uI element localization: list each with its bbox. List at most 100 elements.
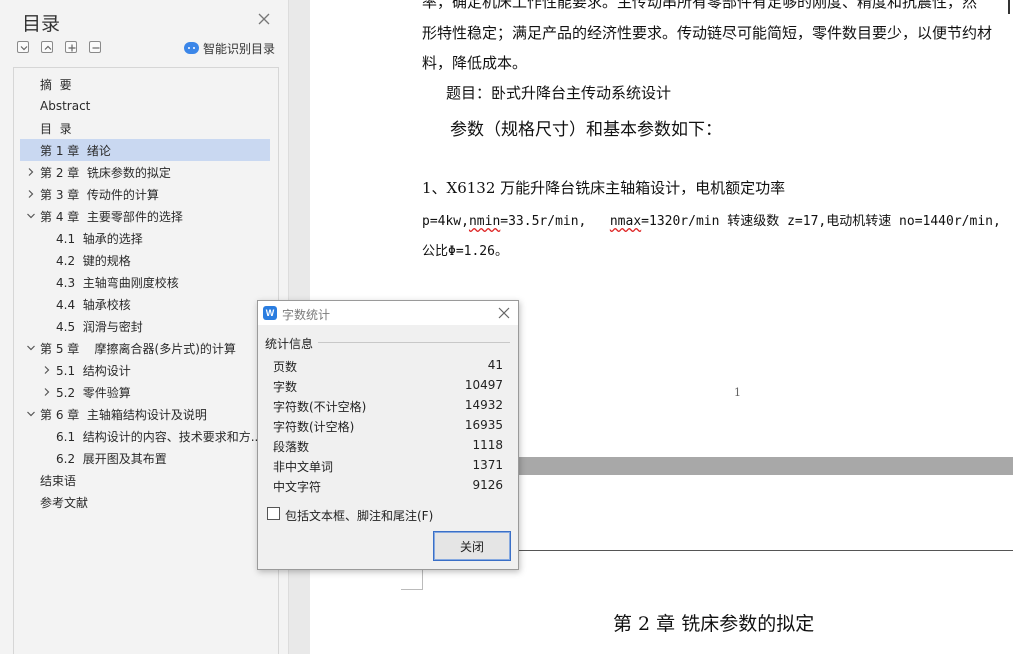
doc-params-heading: 参数（规格尺寸）和基本参数如下： — [450, 120, 722, 140]
formula-text: p=4kw, — [422, 214, 469, 229]
toc-item-label: 4.1 轴承的选择 — [56, 231, 143, 246]
toc-item[interactable]: 摘 要 — [20, 73, 270, 95]
stats-row: 页数 41 — [273, 355, 503, 375]
toc-item[interactable]: 第 6 章 主轴箱结构设计及说明 — [20, 403, 270, 425]
toc-item-label: 第 6 章 主轴箱结构设计及说明 — [40, 407, 207, 422]
doc-item-line: 1、X6132 万能升降台铣床主轴箱设计，电机额定功率 — [422, 179, 786, 197]
toc-item[interactable]: 4.1 轴承的选择 — [20, 227, 270, 249]
toc-item-label: 4.4 轴承校核 — [56, 297, 131, 312]
toc-item-label: 5.2 零件验算 — [56, 385, 131, 400]
stats-label: 字符数(计空格) — [273, 420, 355, 434]
stats-label: 中文字符 — [273, 480, 322, 494]
toc-item-label: 第 4 章 主要零部件的选择 — [40, 209, 183, 224]
toc-item[interactable]: 4.2 键的规格 — [20, 249, 270, 271]
toc-list: 摘 要 Abstract 目 录第 1 章 绪论第 2 章 铣床参数的拟定第 3 章… — [13, 67, 279, 654]
stats-label: 字符数(不计空格) — [273, 400, 367, 414]
toc-item[interactable]: 第 3 章 传动件的计算 — [20, 183, 270, 205]
wps-app-icon: W — [263, 306, 277, 320]
chevron-down-icon[interactable] — [26, 343, 36, 353]
toc-item-label: 第 2 章 铣床参数的拟定 — [40, 165, 171, 180]
doc-topic-line: 题目：卧式升降台主传动系统设计 — [446, 84, 672, 102]
smart-toc-button[interactable]: 智能识别目录 — [184, 40, 275, 56]
toc-item[interactable]: 5.1 结构设计 — [20, 359, 270, 381]
toc-item-label: 5.1 结构设计 — [56, 363, 131, 378]
toc-item-label: 4.5 润滑与密封 — [56, 319, 143, 334]
chevron-down-icon[interactable] — [26, 211, 36, 221]
include-textbox-label[interactable]: 包括文本框、脚注和尾注(F) — [285, 507, 433, 524]
doc-paragraph-line: 率，确定机床工作性能要求。主传动串所有零部件有足够的刚度、精度和抗震性，然 — [422, 0, 978, 11]
toc-item[interactable]: 4.4 轴承校核 — [20, 293, 270, 315]
doc-ratio-line: 公比Φ=1.26。 — [422, 244, 508, 259]
toc-item[interactable]: 第 4 章 主要零部件的选择 — [20, 205, 270, 227]
toc-item[interactable]: 6.1 结构设计的内容、技术要求和方... — [20, 425, 270, 447]
close-button[interactable]: 关闭 — [433, 531, 511, 561]
toc-item[interactable]: 目 录 — [20, 117, 270, 139]
toc-item-label: Abstract — [40, 99, 91, 113]
dialog-title: 字数统计 — [282, 308, 331, 322]
smart-icon — [184, 42, 199, 54]
doc-paragraph-line: 料，降低成本。 — [422, 54, 528, 72]
toc-item[interactable]: 4.5 润滑与密封 — [20, 315, 270, 337]
chapter-heading: 第 2 章 铣床参数的拟定 — [613, 613, 815, 635]
stats-row: 段落数 1118 — [273, 435, 503, 455]
chevron-right-icon[interactable] — [42, 387, 52, 397]
toc-item[interactable]: 结束语 — [20, 469, 270, 491]
spell-error-text: nmax — [609, 214, 642, 229]
toc-item-label: 摘 要 — [40, 77, 72, 92]
smart-toc-label: 智能识别目录 — [203, 41, 276, 56]
stats-label: 非中文单词 — [273, 460, 334, 474]
stats-row: 字数 10497 — [273, 375, 503, 395]
toc-item-label: 第 5 章 摩擦离合器(多片式)的计算 — [40, 341, 236, 356]
stats-row: 非中文单词 1371 — [273, 455, 503, 475]
section-divider — [318, 342, 510, 343]
toc-item[interactable]: 5.2 零件验算 — [20, 381, 270, 403]
stats-value: 1371 — [472, 458, 503, 472]
toc-item-label: 4.2 键的规格 — [56, 253, 131, 268]
spell-error-text: nmin — [468, 214, 501, 229]
stats-value: 41 — [487, 358, 503, 372]
close-icon[interactable] — [257, 12, 271, 26]
remove-icon[interactable] — [89, 41, 101, 53]
toc-item-label: 6.2 展开图及其布置 — [56, 451, 167, 466]
toc-panel: 目录 智能识别目录 摘 要 Abstract 目 录第 1 章 绪论第 2 章 铣床… — [0, 0, 289, 654]
formula-text: =33.5r/min, — [500, 214, 610, 229]
toc-item-label: 目 录 — [40, 121, 72, 136]
toc-item-label: 参考文献 — [40, 495, 89, 510]
chevron-down-icon[interactable] — [26, 409, 36, 419]
toc-item[interactable]: 第 2 章 铣床参数的拟定 — [20, 161, 270, 183]
stats-row: 字符数(计空格) 16935 — [273, 415, 503, 435]
expand-all-icon[interactable] — [41, 41, 53, 53]
stats-row: 中文字符 9126 — [273, 475, 503, 495]
stats-label: 页数 — [273, 360, 298, 374]
text-cursor — [1008, 0, 1010, 14]
toc-item[interactable]: 第 1 章 绪论 — [20, 139, 270, 161]
stats-row: 字符数(不计空格) 14932 — [273, 395, 503, 415]
toc-item[interactable]: 6.2 展开图及其布置 — [20, 447, 270, 469]
page-number: 1 — [734, 386, 741, 399]
stats-value: 10497 — [464, 378, 503, 392]
chevron-right-icon[interactable] — [26, 167, 36, 177]
margin-corner-mark — [401, 570, 423, 590]
toc-item-label: 4.3 主轴弯曲刚度校核 — [56, 275, 179, 290]
stats-label: 段落数 — [273, 440, 310, 454]
doc-formula-line: p=4kw,nmin=33.5r/min, nmax=1320r/min 转速级… — [422, 210, 1001, 229]
toc-item[interactable]: 参考文献 — [20, 491, 270, 513]
toc-item-label: 结束语 — [40, 473, 77, 488]
chevron-right-icon[interactable] — [26, 189, 36, 199]
doc-paragraph-line: 形特性稳定；满足产品的经济性要求。传动链尽可能简短，零件数目要少，以便节约材 — [422, 24, 993, 42]
include-textbox-checkbox[interactable] — [267, 507, 280, 520]
add-icon[interactable] — [65, 41, 77, 53]
toc-item-label: 第 3 章 传动件的计算 — [40, 187, 159, 202]
toc-item[interactable]: 4.3 主轴弯曲刚度校核 — [20, 271, 270, 293]
stats-value: 16935 — [464, 418, 503, 432]
stats-value: 9126 — [472, 478, 503, 492]
stats-value: 1118 — [472, 438, 503, 452]
dialog-titlebar[interactable]: W 字数统计 — [258, 301, 518, 325]
stats-value: 14932 — [464, 398, 503, 412]
close-icon[interactable] — [498, 307, 510, 319]
collapse-all-icon[interactable] — [17, 41, 29, 53]
toc-item[interactable]: Abstract — [20, 95, 270, 117]
chevron-right-icon[interactable] — [42, 365, 52, 375]
toc-item-label: 6.1 结构设计的内容、技术要求和方... — [56, 429, 263, 444]
toc-item[interactable]: 第 5 章 摩擦离合器(多片式)的计算 — [20, 337, 270, 359]
